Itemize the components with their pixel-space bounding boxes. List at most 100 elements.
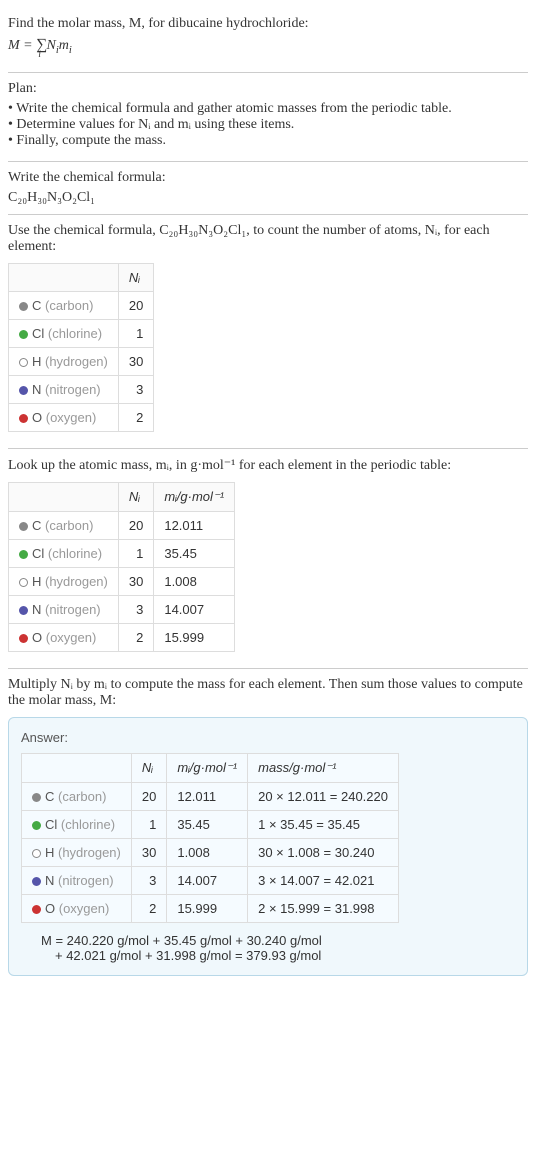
sigma-index: i [38, 49, 41, 60]
ni-cell: 20 [118, 291, 153, 319]
table-row: O (oxygen) 2 [9, 403, 154, 431]
header-ni: Nᵢ [118, 482, 153, 511]
header-mi: mᵢ/g·mol⁻¹ [154, 482, 235, 511]
header-empty [22, 753, 132, 782]
element-dot-icon [32, 793, 41, 802]
element-cell: O (oxygen) [9, 403, 119, 431]
mi-cell: 14.007 [167, 866, 248, 894]
element-cell: N (nitrogen) [9, 375, 119, 403]
plan-item-3: • Finally, compute the mass. [8, 133, 528, 149]
element-cell: C (carbon) [9, 511, 119, 539]
plan-list: • Write the chemical formula and gather … [8, 101, 528, 149]
answer-box: Answer: Nᵢ mᵢ/g·mol⁻¹ mass/g·mol⁻¹ C (ca… [8, 717, 528, 976]
count-atoms-table: Nᵢ C (carbon)20Cl (chlorine)1H (hydrogen… [8, 263, 154, 432]
element-label: N (nitrogen) [32, 602, 101, 617]
element-dot-icon [32, 877, 41, 886]
chemical-formula-section: Write the chemical formula: C₂₀H₃₀N₃O₂Cl… [8, 162, 528, 215]
element-dot-icon [32, 849, 41, 858]
element-dot-icon [19, 302, 28, 311]
element-dot-icon [19, 578, 28, 587]
element-label: O (oxygen) [32, 630, 96, 645]
table-row: C (carbon) 20 [9, 291, 154, 319]
atomic-mass-text: Look up the atomic mass, mᵢ, in g·mol⁻¹ … [8, 457, 528, 474]
element-cell: H (hydrogen) [9, 347, 119, 375]
header-empty [9, 263, 119, 291]
header-empty [9, 482, 119, 511]
final-equation: M = 240.220 g/mol + 35.45 g/mol + 30.240… [21, 933, 515, 963]
answer-title: Answer: [21, 730, 515, 745]
element-dot-icon [19, 606, 28, 615]
ni-cell: 1 [118, 319, 153, 347]
count-atoms-text: Use the chemical formula, C₂₀H₃₀N₃O₂Cl₁,… [8, 223, 528, 255]
element-cell: Cl (chlorine) [9, 319, 119, 347]
element-cell: O (oxygen) [22, 894, 132, 922]
ni-cell: 1 [131, 810, 166, 838]
ni-cell: 3 [118, 595, 153, 623]
header-mi: mᵢ/g·mol⁻¹ [167, 753, 248, 782]
multiply-section: Multiply Nᵢ by mᵢ to compute the mass fo… [8, 669, 528, 984]
element-label: C (carbon) [32, 298, 93, 313]
element-dot-icon [19, 522, 28, 531]
plan-heading: Plan: [8, 81, 528, 97]
mi-cell: 15.999 [154, 623, 235, 651]
ni-cell: 3 [131, 866, 166, 894]
element-dot-icon [19, 358, 28, 367]
mass-cell: 2 × 15.999 = 31.998 [248, 894, 399, 922]
count-atoms-section: Use the chemical formula, C₂₀H₃₀N₃O₂Cl₁,… [8, 215, 528, 449]
table-row: Cl (chlorine)135.451 × 35.45 = 35.45 [22, 810, 399, 838]
mi-cell: 35.45 [154, 539, 235, 567]
plan-section: Plan: • Write the chemical formula and g… [8, 73, 528, 162]
element-label: Cl (chlorine) [45, 817, 115, 832]
table-row: N (nitrogen)314.007 [9, 595, 235, 623]
table-row: N (nitrogen)314.0073 × 14.007 = 42.021 [22, 866, 399, 894]
element-cell: H (hydrogen) [22, 838, 132, 866]
table-row: H (hydrogen) 30 [9, 347, 154, 375]
mi-cell: 15.999 [167, 894, 248, 922]
table-header-row: Nᵢ [9, 263, 154, 291]
element-label: O (oxygen) [32, 410, 96, 425]
element-dot-icon [19, 550, 28, 559]
formula-Ni: Nimi [46, 38, 71, 53]
element-dot-icon [32, 821, 41, 830]
element-cell: N (nitrogen) [9, 595, 119, 623]
mi-cell: 1.008 [154, 567, 235, 595]
molar-mass-formula: M = ∑i Nimi [8, 36, 528, 60]
ni-cell: 30 [131, 838, 166, 866]
element-cell: Cl (chlorine) [9, 539, 119, 567]
mi-cell: 12.011 [167, 782, 248, 810]
chemical-formula-heading: Write the chemical formula: [8, 170, 528, 186]
table-row: Cl (chlorine)1 [9, 319, 154, 347]
element-cell: H (hydrogen) [9, 567, 119, 595]
element-cell: C (carbon) [9, 291, 119, 319]
intro-line1: Find the molar mass, M, for dibucaine hy… [8, 16, 528, 32]
ni-cell: 2 [118, 623, 153, 651]
ni-cell: 30 [118, 347, 153, 375]
table-header-row: Nᵢ mᵢ/g·mol⁻¹ mass/g·mol⁻¹ [22, 753, 399, 782]
ni-cell: 3 [118, 375, 153, 403]
table-row: O (oxygen) 215.999 [9, 623, 235, 651]
element-dot-icon [19, 414, 28, 423]
table-row: O (oxygen) 215.9992 × 15.999 = 31.998 [22, 894, 399, 922]
table-row: C (carbon)2012.01120 × 12.011 = 240.220 [22, 782, 399, 810]
ni-cell: 1 [118, 539, 153, 567]
element-cell: Cl (chlorine) [22, 810, 132, 838]
plan-item-1: • Write the chemical formula and gather … [8, 101, 528, 117]
header-ni: Nᵢ [131, 753, 166, 782]
ni-cell: 2 [118, 403, 153, 431]
table-row: N (nitrogen) 3 [9, 375, 154, 403]
plan-item-2: • Determine values for Nᵢ and mᵢ using t… [8, 117, 528, 133]
final-line1: M = 240.220 g/mol + 35.45 g/mol + 30.240… [41, 933, 515, 948]
ni-cell: 2 [131, 894, 166, 922]
mass-cell: 1 × 35.45 = 35.45 [248, 810, 399, 838]
atomic-mass-section: Look up the atomic mass, mᵢ, in g·mol⁻¹ … [8, 449, 528, 669]
mass-cell: 20 × 12.011 = 240.220 [248, 782, 399, 810]
formula-M: M [8, 38, 20, 53]
element-label: C (carbon) [45, 789, 106, 804]
element-label: O (oxygen) [45, 901, 109, 916]
answer-table: Nᵢ mᵢ/g·mol⁻¹ mass/g·mol⁻¹ C (carbon)201… [21, 753, 399, 923]
element-label: H (hydrogen) [32, 354, 108, 369]
element-dot-icon [19, 330, 28, 339]
table-row: Cl (chlorine) 135.45 [9, 539, 235, 567]
element-label: Cl (chlorine) [32, 546, 102, 561]
element-label: N (nitrogen) [32, 382, 101, 397]
